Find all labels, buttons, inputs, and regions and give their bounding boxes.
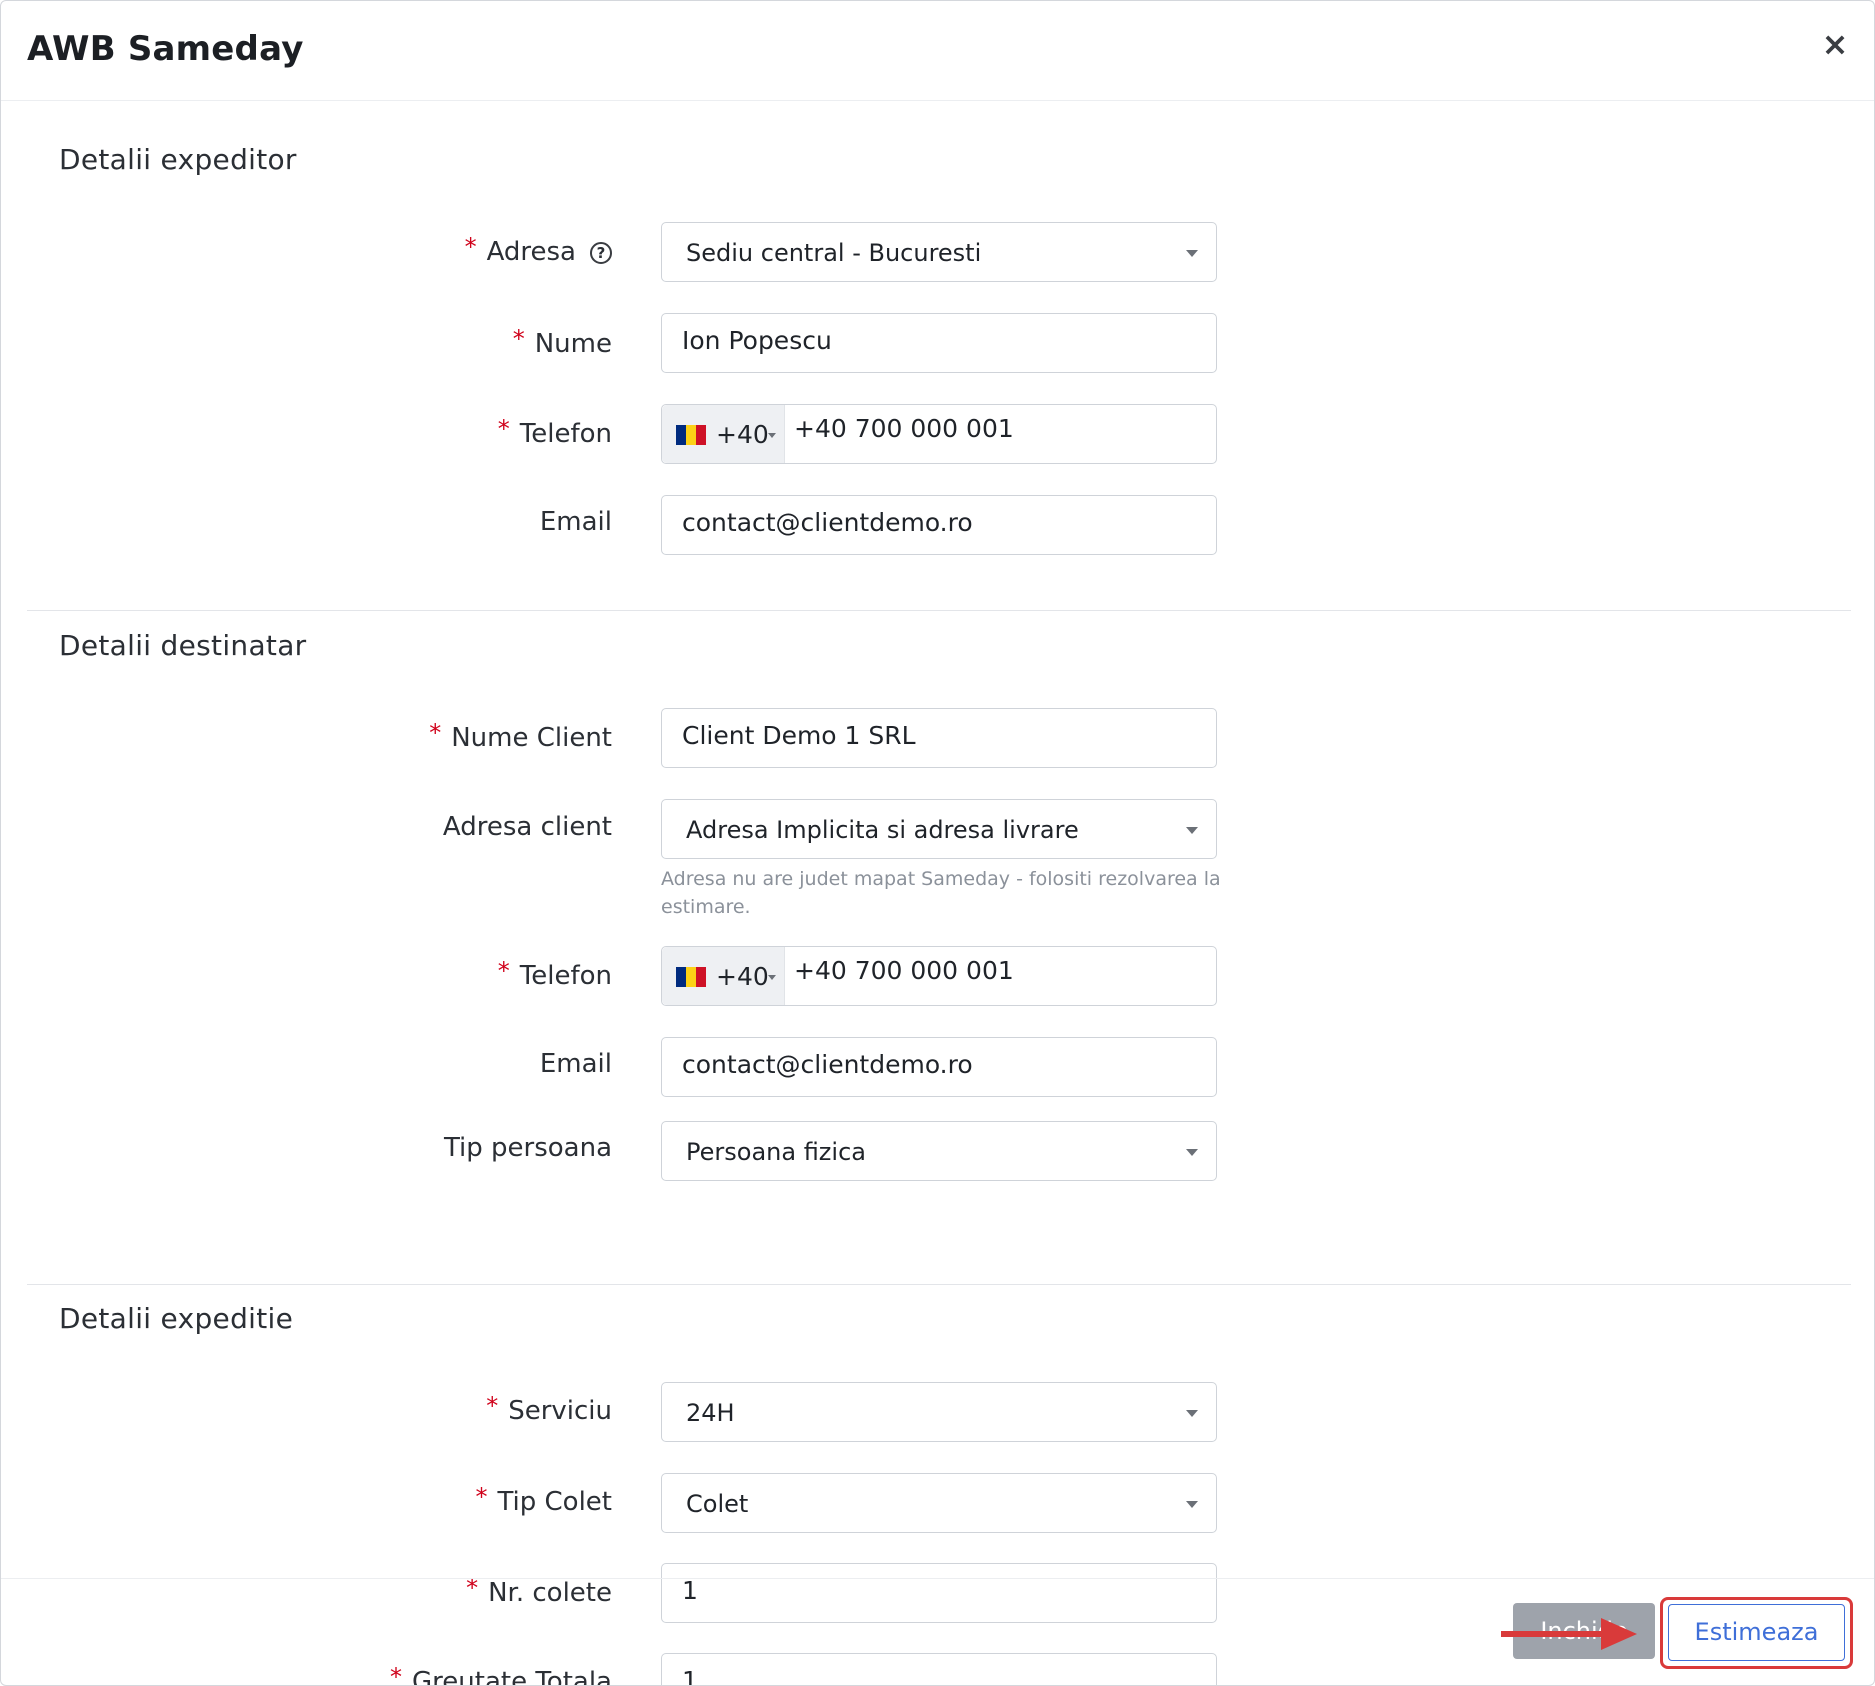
shipment-service-select[interactable]: 24H [661, 1382, 1217, 1442]
recipient-address-hint: Adresa nu are judet mapat Sameday - folo… [661, 868, 1221, 918]
chevron-down-icon [1186, 1410, 1198, 1417]
recipient-person-type-value: Persoana fizica [686, 1138, 866, 1166]
awb-sameday-modal: AWB Sameday × Detalii expeditor * Adresa?… [0, 0, 1875, 1686]
sender-email-value: contact@clientdemo.ro [682, 508, 973, 537]
shipment-total-weight-label: * Greutate Totala [390, 1663, 612, 1685]
required-marker: * [512, 325, 525, 353]
shipment-package-type-select[interactable]: Colet [661, 1473, 1217, 1533]
chevron-down-icon [768, 433, 776, 438]
sender-name-value: Ion Popescu [682, 326, 832, 355]
shipment-total-weight-value: 1 [682, 1666, 698, 1686]
recipient-phone-prefix: +40 [716, 962, 769, 991]
sender-address-value: Sediu central - Bucuresti [686, 239, 982, 267]
shipment-package-type-value: Colet [686, 1490, 749, 1518]
shipment-service-label: * Serviciu [486, 1392, 612, 1426]
modal-header: AWB Sameday × [1, 1, 1874, 101]
required-marker: * [390, 1663, 403, 1686]
sender-phone-label: * Telefon [497, 415, 612, 449]
chevron-down-icon [1186, 1501, 1198, 1508]
shipment-total-weight-input[interactable]: 1 [661, 1653, 1217, 1686]
sender-section-title: Detalii expeditor [59, 143, 297, 176]
shipment-package-type-label: * Tip Colet [475, 1483, 612, 1517]
sender-email-label: Email [539, 507, 612, 537]
recipient-section-title: Detalii destinatar [59, 629, 307, 662]
footer-divider [1, 1578, 1874, 1579]
recipient-person-type-label: Tip persoana [443, 1133, 612, 1163]
required-marker: * [464, 233, 477, 261]
recipient-email-label: Email [539, 1049, 612, 1079]
section-divider [27, 610, 1851, 611]
recipient-phone-value: +40 700 000 001 [794, 956, 1014, 985]
shipment-section-title: Detalii expeditie [59, 1302, 294, 1335]
chevron-down-icon [768, 975, 776, 980]
recipient-client-address-label: Adresa client [442, 812, 612, 842]
arrow-right-icon [1501, 1618, 1637, 1650]
recipient-client-address-value: Adresa Implicita si adresa livrare [686, 816, 1079, 844]
sender-name-input[interactable]: Ion Popescu [661, 313, 1217, 373]
recipient-email-input[interactable]: contact@clientdemo.ro [661, 1037, 1217, 1097]
sender-phone-value: +40 700 000 001 [794, 414, 1014, 443]
shipment-package-count-input[interactable]: 1 [661, 1563, 1217, 1623]
recipient-phone-label: * Telefon [497, 957, 612, 991]
section-divider [27, 1284, 1851, 1285]
shipment-package-count-value: 1 [682, 1576, 698, 1605]
recipient-person-type-select[interactable]: Persoana fizica [661, 1121, 1217, 1181]
recipient-client-name-label: * Nume Client [429, 719, 612, 753]
required-marker: * [497, 957, 510, 985]
modal-title: AWB Sameday [27, 29, 304, 69]
shipment-service-value: 24H [686, 1399, 735, 1427]
required-marker: * [429, 719, 442, 747]
recipient-client-address-select[interactable]: Adresa Implicita si adresa livrare [661, 799, 1217, 859]
required-marker: * [497, 415, 510, 443]
chevron-down-icon [1186, 250, 1198, 257]
sender-phone-input[interactable]: +40 +40 700 000 001 [661, 404, 1217, 464]
romania-flag-icon [676, 425, 706, 445]
required-marker: * [486, 1392, 499, 1420]
romania-flag-icon [676, 967, 706, 987]
sender-address-select[interactable]: Sediu central - Bucuresti [661, 222, 1217, 282]
estimate-button[interactable]: Estimeaza [1668, 1604, 1845, 1661]
sender-phone-prefix: +40 [716, 420, 769, 449]
recipient-client-name-value: Client Demo 1 SRL [682, 721, 916, 750]
sender-phone-country-select[interactable]: +40 [662, 405, 785, 463]
recipient-phone-country-select[interactable]: +40 [662, 947, 785, 1005]
chevron-down-icon [1186, 827, 1198, 834]
sender-email-input[interactable]: contact@clientdemo.ro [661, 495, 1217, 555]
shipment-package-count-label: * Nr. colete [466, 1574, 612, 1608]
chevron-down-icon [1186, 1149, 1198, 1156]
sender-address-label: * Adresa? [465, 233, 612, 267]
required-marker: * [475, 1483, 488, 1511]
recipient-email-value: contact@clientdemo.ro [682, 1050, 973, 1079]
sender-name-label: * Nume [512, 325, 612, 359]
recipient-phone-input[interactable]: +40 +40 700 000 001 [661, 946, 1217, 1006]
recipient-client-name-input[interactable]: Client Demo 1 SRL [661, 708, 1217, 768]
close-icon[interactable]: × [1818, 27, 1852, 61]
help-circle-icon[interactable]: ? [590, 242, 612, 264]
